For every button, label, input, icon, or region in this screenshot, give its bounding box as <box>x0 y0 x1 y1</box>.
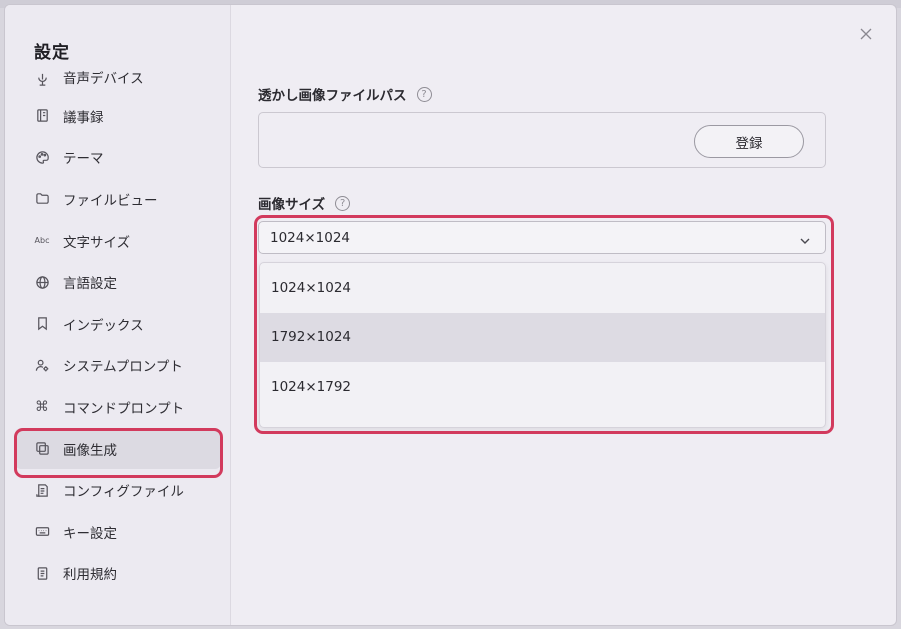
sidebar-item-label: 文字サイズ <box>63 234 131 251</box>
register-button[interactable]: 登録 <box>694 125 804 158</box>
user-gear-icon <box>34 357 50 373</box>
globe-icon <box>34 274 50 290</box>
chevron-down-icon <box>799 232 811 244</box>
sidebar-item-label: コンフィグファイル <box>63 484 184 501</box>
sidebar-item-terms[interactable]: 利用規約 <box>15 553 221 595</box>
dropdown-option-1024x1792[interactable]: 1024×1792 <box>260 362 825 412</box>
sidebar-item-label: キー設定 <box>63 525 117 542</box>
sidebar-item-minutes[interactable]: 議事録 <box>15 95 221 137</box>
help-icon[interactable]: ? <box>416 86 432 102</box>
sidebar-item-label: インデックス <box>63 317 144 334</box>
sidebar-item-system-prompt[interactable]: システムプロンプト <box>15 345 221 387</box>
command-icon: ⌘ <box>35 398 49 415</box>
keyboard-icon <box>34 524 50 540</box>
sidebar-item-label: コマンドプロンプト <box>63 400 185 417</box>
document-icon <box>34 565 50 581</box>
image-size-selected-value: 1024×1024 <box>270 229 351 246</box>
palette-icon <box>34 149 50 165</box>
image-size-dropdown: 1024×1024 1792×1024 1024×1792 <box>259 262 826 428</box>
image-size-label-text: 画像サイズ <box>258 197 326 213</box>
sidebar-nav: 音声デバイス 議事録 テーマ ファイルビュー Abc 文字サイズ 言語設定 イン… <box>15 61 221 594</box>
sidebar-item-label: 画像生成 <box>63 442 117 459</box>
folder-icon <box>34 191 50 207</box>
watermark-path-label-text: 透かし画像ファイルパス <box>258 88 407 104</box>
sidebar-item-label: 言語設定 <box>63 276 117 293</box>
text-size-icon: Abc <box>34 236 50 246</box>
sidebar-item-image-generation[interactable]: 画像生成 <box>15 427 221 470</box>
sidebar-title: 設定 <box>34 43 70 63</box>
microphone-icon <box>34 71 50 87</box>
sidebar-item-label: 利用規約 <box>63 567 117 584</box>
notebook-icon <box>34 108 50 124</box>
sidebar-item-text-size[interactable]: Abc 文字サイズ <box>15 220 221 262</box>
dropdown-option-1792x1024[interactable]: 1792×1024 <box>260 312 825 362</box>
image-stack-icon <box>34 441 50 457</box>
bookmark-icon <box>34 316 50 332</box>
sidebar-item-theme[interactable]: テーマ <box>15 137 221 179</box>
sidebar-item-key-settings[interactable]: キー設定 <box>15 511 221 553</box>
sidebar-item-label: テーマ <box>63 151 104 168</box>
sidebar-item-file-view[interactable]: ファイルビュー <box>15 178 221 220</box>
config-file-icon <box>34 482 50 498</box>
image-size-label: 画像サイズ ? <box>258 193 351 213</box>
image-size-select[interactable]: 1024×1024 <box>258 221 826 254</box>
sidebar-item-audio-device[interactable]: 音声デバイス <box>15 61 221 95</box>
dropdown-option-1024x1024[interactable]: 1024×1024 <box>260 263 825 313</box>
sidebar-item-label: 音声デバイス <box>63 71 144 87</box>
sidebar-item-index[interactable]: インデックス <box>15 303 221 345</box>
sidebar-item-config-file[interactable]: コンフィグファイル <box>15 469 221 511</box>
sidebar-item-language[interactable]: 言語設定 <box>15 261 221 303</box>
settings-content: 透かし画像ファイルパス ? 登録 画像サイズ ? 1024×1024 1024×… <box>232 5 896 625</box>
settings-sidebar: 設定 音声デバイス 議事録 テーマ ファイルビュー Abc 文字サイズ 言語設定… <box>5 5 231 625</box>
sidebar-item-label: システムプロンプト <box>63 359 183 376</box>
settings-dialog: 設定 音声デバイス 議事録 テーマ ファイルビュー Abc 文字サイズ 言語設定… <box>4 4 897 626</box>
sidebar-item-label: 議事録 <box>63 109 104 126</box>
sidebar-item-label: ファイルビュー <box>63 192 158 209</box>
watermark-path-field[interactable]: 登録 <box>258 112 826 168</box>
watermark-path-label: 透かし画像ファイルパス ? <box>258 84 432 104</box>
sidebar-item-command-prompt[interactable]: ⌘ コマンドプロンプト <box>15 386 221 428</box>
help-icon[interactable]: ? <box>335 195 351 211</box>
